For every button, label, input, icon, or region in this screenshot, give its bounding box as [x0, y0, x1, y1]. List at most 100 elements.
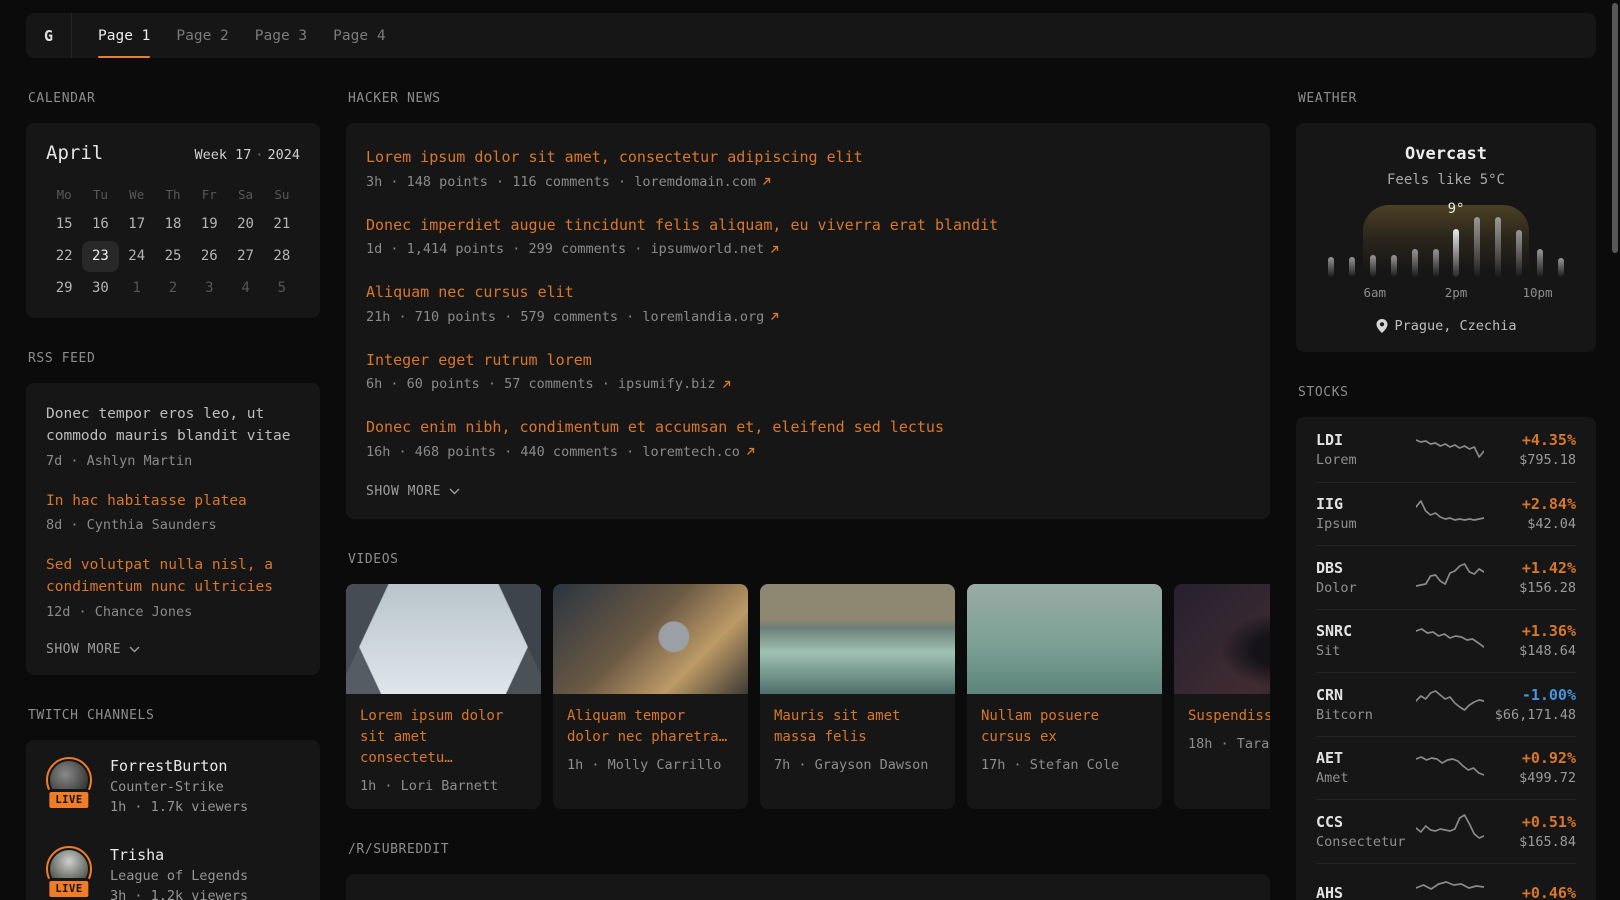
tab-page-4[interactable]: Page 4: [333, 13, 385, 58]
calendar-day: 29: [46, 273, 82, 304]
video-card[interactable]: Nullam posuere cursus ex 17h · Stefan Co…: [967, 584, 1162, 809]
rss-item-title[interactable]: In hac habitasse platea: [46, 491, 300, 513]
video-title[interactable]: Lorem ipsum dolor sit amet consectetu…: [360, 706, 527, 769]
calendar-grid: MoTuWeThFrSaSu15161718192021222324252627…: [46, 182, 300, 304]
tab-page-3[interactable]: Page 3: [255, 13, 307, 58]
stock-row[interactable]: LDILorem+4.35%$795.18: [1316, 418, 1576, 482]
stock-name: Sit: [1316, 643, 1416, 659]
tab-page-1[interactable]: Page 1: [98, 13, 150, 58]
video-title[interactable]: Aliquam tempor dolor nec pharetra…: [567, 706, 734, 748]
rss-show-more-button[interactable]: SHOW MORE: [46, 642, 300, 657]
stock-row[interactable]: DBSDolor +1.42%$156.28: [1316, 545, 1576, 609]
video-meta: 17h · Stefan Cole: [981, 757, 1148, 773]
videos-widget: VIDEOS Lorem ipsum dolor sit amet consec…: [346, 552, 1270, 809]
calendar-day: 25: [155, 241, 191, 272]
calendar-weekday-label: Fr: [191, 182, 227, 208]
weather-location: Prague, Czechia: [1314, 318, 1578, 334]
calendar-week-year: Week 17·2024: [194, 147, 300, 163]
subreddit-widget: /R/SUBREDDIT Maecenas mollis pulvinar er…: [346, 842, 1270, 900]
video-title[interactable]: Nullam posuere cursus ex: [981, 706, 1148, 748]
rss-item-title[interactable]: Sed volutpat nulla nisl, a condimentum n…: [46, 555, 300, 599]
twitch-channel-name[interactable]: Trisha: [110, 846, 248, 864]
stock-change-percent: +1.42%: [1484, 559, 1576, 577]
hn-item-meta-text: 6h · 60 points · 57 comments · ipsumify.…: [366, 376, 716, 392]
calendar-month: April: [46, 142, 103, 164]
hn-show-more-button[interactable]: SHOW MORE: [366, 484, 1250, 499]
hn-item-title[interactable]: Aliquam nec cursus elit: [366, 281, 1250, 304]
stock-ticker: IIG: [1316, 495, 1416, 513]
external-link-icon[interactable]: [762, 177, 771, 186]
stock-row[interactable]: AETAmet+0.92%$499.72: [1316, 736, 1576, 800]
stock-info: SNRC Sit: [1316, 622, 1416, 659]
weather-bar: [1537, 249, 1543, 277]
video-card[interactable]: Mauris sit amet massa felis 7h · Grayson…: [760, 584, 955, 809]
hn-item-title[interactable]: Donec imperdiet augue tincidunt felis al…: [366, 214, 1250, 237]
twitch-channels-widget: TWITCH CHANNELS LIVE ForrestBurton Count…: [26, 708, 320, 900]
stock-row[interactable]: AHS+0.46%: [1316, 863, 1576, 900]
hn-item-meta: 3h · 148 points · 116 comments · loremdo…: [366, 174, 1250, 190]
stock-price: $42.04: [1484, 516, 1576, 532]
external-link-icon[interactable]: [722, 380, 731, 389]
external-link-icon[interactable]: [746, 447, 755, 456]
stocks-card: LDILorem+4.35%$795.18IIGIpsum+2.84%$42.0…: [1296, 417, 1596, 900]
hn-item-meta: 1d · 1,414 points · 299 comments · ipsum…: [366, 241, 1250, 257]
app-logo[interactable]: G: [26, 13, 72, 58]
video-title[interactable]: Mauris sit amet massa felis: [774, 706, 941, 748]
stock-ticker: CCS: [1316, 813, 1416, 831]
stock-info: DBSDolor: [1316, 559, 1416, 596]
weather-bar: [1349, 257, 1355, 277]
vertical-scrollbar[interactable]: [1612, 3, 1618, 253]
twitch-widget-label: TWITCH CHANNELS: [28, 708, 320, 723]
video-thumbnail: [760, 584, 955, 694]
stock-price: $66,171.48: [1484, 707, 1576, 723]
reddit-post-title[interactable]: Maecenas mollis pulvinar erat non posuer…: [366, 897, 1246, 900]
stock-name: Bitcorn: [1316, 707, 1416, 723]
subreddit-card: Maecenas mollis pulvinar erat non posuer…: [346, 874, 1270, 900]
external-link-icon[interactable]: [770, 245, 779, 254]
stock-ticker: SNRC: [1316, 622, 1416, 640]
tab-page-2[interactable]: Page 2: [176, 13, 228, 58]
video-thumbnail: [1174, 584, 1270, 694]
stock-sparkline-chart: [1416, 624, 1484, 658]
rss-item-title[interactable]: Donec tempor eros leo, ut commodo mauris…: [46, 404, 300, 448]
calendar-weekday-label: We: [119, 182, 155, 208]
video-meta: 7h · Grayson Dawson: [774, 757, 941, 773]
external-link-icon[interactable]: [770, 312, 779, 321]
stock-ticker: LDI: [1316, 431, 1416, 449]
calendar-day: 15: [46, 209, 82, 240]
live-badge: LIVE: [46, 878, 91, 900]
hn-item-meta: 6h · 60 points · 57 comments · ipsumify.…: [366, 376, 1250, 392]
twitch-channel-row[interactable]: LIVE Trisha League of Legends 3h · 1.2k …: [46, 846, 300, 900]
stock-sparkline-chart: [1416, 497, 1484, 531]
hn-item-title[interactable]: Donec enim nibh, condimentum et accumsan…: [366, 416, 1250, 439]
stock-row[interactable]: SNRC Sit +1.36%$148.64: [1316, 609, 1576, 673]
stock-values: +1.36%$148.64: [1484, 622, 1576, 659]
video-card[interactable]: Aliquam tempor dolor nec pharetra… 1h · …: [553, 584, 748, 809]
stock-row[interactable]: CCSConsectetur+0.51%$165.84: [1316, 799, 1576, 863]
hn-item-title[interactable]: Lorem ipsum dolor sit amet, consectetur …: [366, 146, 1250, 169]
stock-change-percent: +0.51%: [1484, 813, 1576, 831]
calendar-day: 24: [119, 241, 155, 272]
stock-row[interactable]: CRNBitcorn-1.00%$66,171.48: [1316, 672, 1576, 736]
twitch-channel-row[interactable]: LIVE ForrestBurton Counter-Strike 1h · 1…: [46, 757, 300, 815]
stock-row[interactable]: IIGIpsum+2.84%$42.04: [1316, 482, 1576, 546]
twitch-channel-name[interactable]: ForrestBurton: [110, 757, 248, 775]
weather-bar: [1558, 258, 1564, 277]
video-thumbnail: [967, 584, 1162, 694]
stock-change-percent: +0.92%: [1484, 749, 1576, 767]
twitch-channel-game: League of Legends: [110, 868, 248, 884]
weather-time-labels: 6am 2pm 10pm: [1324, 285, 1568, 301]
video-card[interactable]: Lorem ipsum dolor sit amet consectetu… 1…: [346, 584, 541, 809]
rss-show-more-label: SHOW MORE: [46, 642, 121, 657]
stock-values: +0.92%$499.72: [1484, 749, 1576, 786]
weather-bar: [1391, 255, 1397, 277]
stock-values: +1.42%$156.28: [1484, 559, 1576, 596]
hn-item-meta: 16h · 468 points · 440 comments · loremt…: [366, 444, 1250, 460]
hacker-news-widget: HACKER NEWS Lorem ipsum dolor sit amet, …: [346, 91, 1270, 519]
hn-item-title[interactable]: Integer eget rutrum lorem: [366, 349, 1250, 372]
weather-bars: [1324, 205, 1568, 277]
stock-change-percent: +0.46%: [1484, 884, 1576, 900]
weather-bar: [1328, 257, 1334, 277]
video-title[interactable]: Suspendisse diam: [1188, 706, 1270, 727]
video-card[interactable]: Suspendisse diam 18h · Tara: [1174, 584, 1270, 809]
